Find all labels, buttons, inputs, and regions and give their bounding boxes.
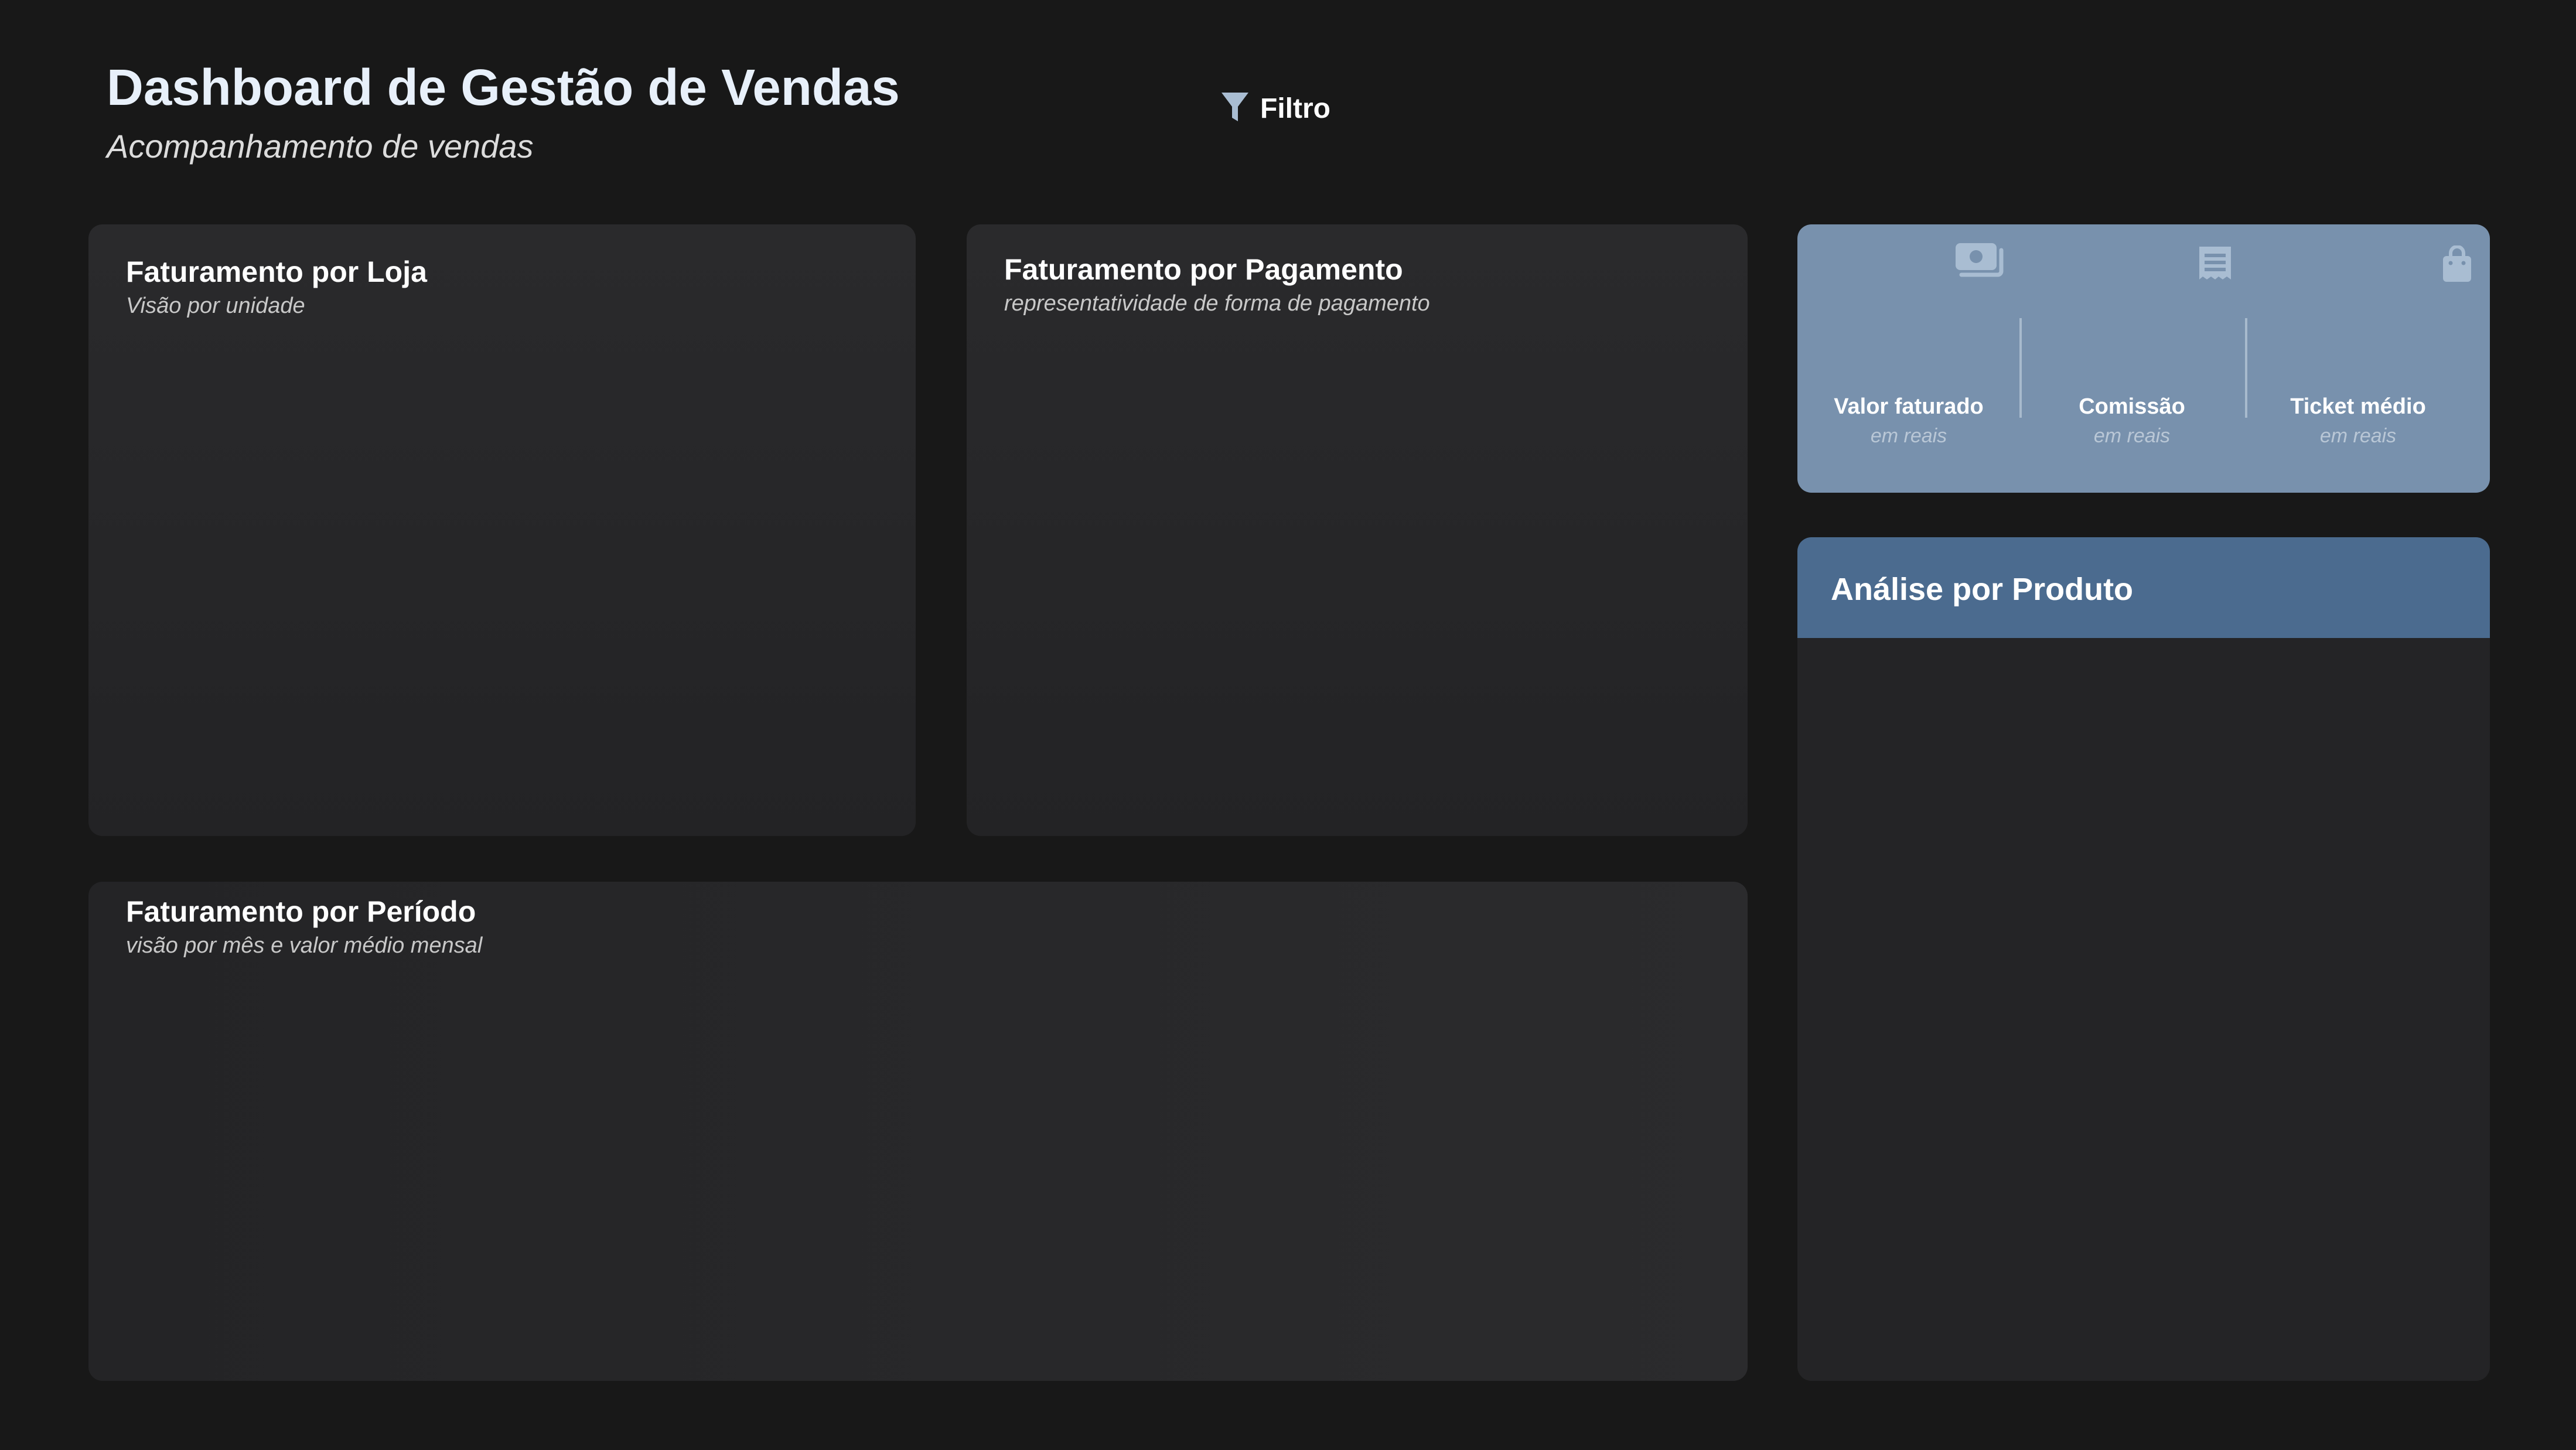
- card-faturamento-periodo: Faturamento por Período visão por mês e …: [88, 882, 1748, 1381]
- page-subtitle: Acompanhamento de vendas: [107, 128, 534, 165]
- card-title: Faturamento por Pagamento: [1004, 253, 1403, 286]
- kpi-panel: Valor faturado em reais Comissão em reai…: [1797, 224, 2490, 493]
- product-analysis-header: Análise por Produto: [1797, 537, 2490, 638]
- filter-label: Filtro: [1260, 93, 1330, 124]
- card-faturamento-pagamento: Faturamento por Pagamento representativi…: [967, 224, 1748, 836]
- kpi-sub-valor-faturado: em reais: [1870, 425, 1947, 447]
- card-subtitle: representatividade de forma de pagamento: [1004, 291, 1430, 316]
- money-icon: [1954, 242, 2004, 284]
- card-title: Faturamento por Loja: [126, 255, 427, 288]
- card-subtitle: visão por mês e valor médio mensal: [126, 933, 483, 958]
- shopping-bag-icon: [2442, 245, 2472, 286]
- product-analysis-title: Análise por Produto: [1831, 572, 2134, 607]
- kpi-label-valor-faturado: Valor faturado: [1834, 394, 1984, 419]
- card-subtitle: Visão por unidade: [126, 294, 305, 318]
- kpi-label-comissao: Comissão: [2079, 394, 2185, 419]
- filter-button[interactable]: Filtro: [1220, 88, 1330, 129]
- kpi-label-ticket-medio: Ticket médio: [2290, 394, 2426, 419]
- receipt-icon: [2198, 245, 2232, 285]
- card-faturamento-loja: Faturamento por Loja Visão por unidade: [88, 224, 916, 836]
- kpi-sub-comissao: em reais: [2093, 425, 2171, 447]
- product-analysis-panel: Análise por Produto: [1797, 537, 2490, 1381]
- kpi-sub-ticket-medio: em reais: [2319, 425, 2397, 447]
- filter-icon: [1220, 91, 1250, 127]
- card-title: Faturamento por Período: [126, 895, 476, 928]
- page-title: Dashboard de Gestão de Vendas: [107, 59, 900, 116]
